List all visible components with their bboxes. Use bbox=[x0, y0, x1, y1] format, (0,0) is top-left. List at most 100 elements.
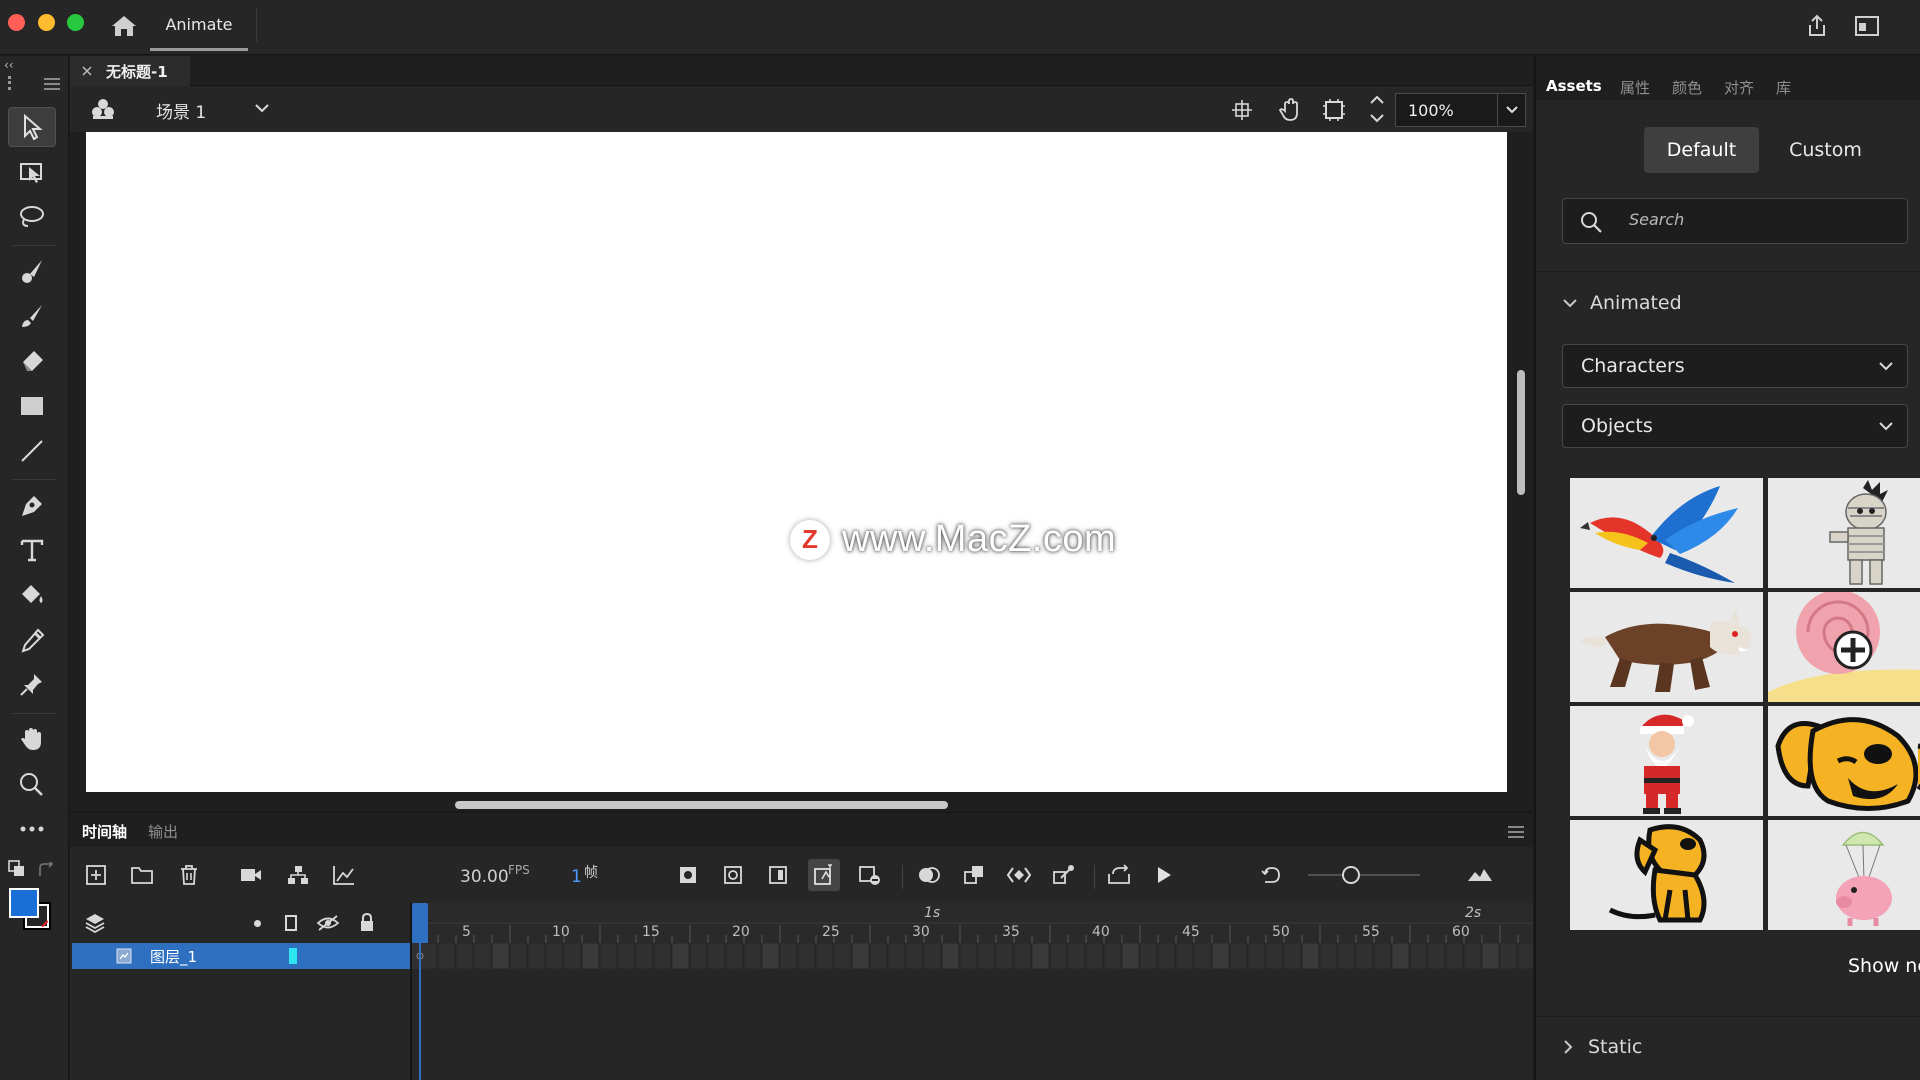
animated-section-header[interactable]: Animated bbox=[1562, 292, 1682, 314]
edit-multiple-frames-icon[interactable] bbox=[958, 859, 990, 891]
snap-icon[interactable] bbox=[1230, 98, 1254, 122]
classic-tween-icon[interactable] bbox=[1003, 859, 1035, 891]
paint-brush-tool[interactable] bbox=[8, 251, 56, 291]
document-tab[interactable]: 无标题-1 bbox=[70, 56, 190, 86]
collapse-panel-icon[interactable]: ‹‹ bbox=[4, 58, 14, 72]
loop-playback-icon[interactable] bbox=[1103, 859, 1135, 891]
lock-layers-icon[interactable] bbox=[359, 912, 375, 932]
zoom-level-field[interactable]: 100% bbox=[1395, 93, 1498, 127]
tab-timeline[interactable]: 时间轴 bbox=[82, 821, 127, 842]
line-tool[interactable] bbox=[8, 431, 56, 471]
home-icon[interactable] bbox=[111, 15, 137, 37]
pin-tool[interactable] bbox=[8, 665, 56, 705]
rotate-stage-icon[interactable] bbox=[1276, 96, 1304, 124]
onion-skin-icon[interactable] bbox=[913, 859, 945, 891]
characters-dropdown[interactable]: Characters bbox=[1562, 344, 1908, 388]
asset-thumb-mummy[interactable] bbox=[1768, 478, 1920, 588]
paint-bucket-tool[interactable] bbox=[8, 575, 56, 615]
new-folder-icon[interactable] bbox=[126, 859, 158, 891]
workspace-layout-icon[interactable] bbox=[1855, 16, 1879, 36]
fps-value[interactable]: 30.00 bbox=[460, 867, 509, 887]
panel-menu-icon[interactable] bbox=[1508, 826, 1524, 838]
brush-tool[interactable] bbox=[8, 296, 56, 336]
vertical-scrollbar[interactable] bbox=[1517, 370, 1525, 495]
layer-name[interactable]: 图层_1 bbox=[150, 946, 197, 967]
eyedropper-tool[interactable] bbox=[8, 620, 56, 660]
camera-icon[interactable] bbox=[235, 859, 267, 891]
hand-tool[interactable] bbox=[8, 719, 56, 759]
app-tab[interactable]: Animate bbox=[150, 0, 248, 51]
fit-frames-icon[interactable] bbox=[1464, 859, 1496, 891]
insert-keyframe-icon[interactable] bbox=[672, 859, 704, 891]
tab-assets[interactable]: Assets bbox=[1546, 77, 1602, 95]
asset-thumb-santa[interactable] bbox=[1570, 706, 1763, 816]
eraser-tool[interactable] bbox=[8, 341, 56, 381]
asset-thumb-werewolf[interactable] bbox=[1570, 592, 1763, 702]
motion-tween-icon[interactable] bbox=[1048, 859, 1080, 891]
layer-color-indicator[interactable] bbox=[289, 948, 297, 964]
play-icon[interactable] bbox=[1148, 859, 1180, 891]
frame-ruler[interactable]: 1s 2s 5 10 15 20 25 30 35 40 45 50 55 60 bbox=[412, 903, 1533, 943]
scene-icon[interactable] bbox=[90, 97, 116, 121]
tab-library[interactable]: 库 bbox=[1776, 77, 1791, 98]
insert-frame-icon[interactable] bbox=[762, 859, 794, 891]
close-window-button[interactable] bbox=[8, 14, 25, 31]
scene-name[interactable]: 场景 1 bbox=[156, 98, 206, 123]
hide-layers-icon[interactable] bbox=[316, 914, 340, 932]
delete-layer-icon[interactable] bbox=[173, 859, 205, 891]
frame-zoom-slider-thumb[interactable] bbox=[1342, 866, 1360, 884]
more-tools[interactable] bbox=[8, 809, 56, 849]
share-icon[interactable] bbox=[1805, 14, 1829, 38]
fill-color-swatch[interactable] bbox=[9, 888, 39, 918]
selection-tool[interactable] bbox=[8, 107, 56, 147]
pen-tool[interactable] bbox=[8, 485, 56, 525]
center-playhead-icon[interactable] bbox=[1256, 859, 1288, 891]
objects-dropdown[interactable]: Objects bbox=[1562, 404, 1908, 448]
search-input[interactable] bbox=[1629, 210, 1889, 229]
rectangle-tool[interactable] bbox=[8, 386, 56, 426]
lasso-tool[interactable] bbox=[8, 197, 56, 237]
asset-thumb-parrot[interactable] bbox=[1570, 478, 1763, 588]
show-new-link[interactable]: Show ne bbox=[1848, 955, 1920, 977]
playhead[interactable] bbox=[412, 903, 428, 943]
layer-parenting-icon[interactable] bbox=[282, 859, 314, 891]
close-tab-icon[interactable] bbox=[82, 66, 92, 76]
tab-output[interactable]: 输出 bbox=[148, 821, 178, 842]
asset-thumb-dog-face[interactable] bbox=[1768, 706, 1920, 816]
color-swatches[interactable] bbox=[9, 888, 53, 932]
free-transform-tool[interactable] bbox=[8, 152, 56, 192]
object-drawing-icon[interactable] bbox=[8, 860, 26, 878]
tab-color[interactable]: 颜色 bbox=[1672, 77, 1702, 98]
scene-dropdown-icon[interactable] bbox=[254, 102, 270, 114]
panel-grip-icon[interactable] bbox=[8, 76, 11, 90]
maximize-window-button[interactable] bbox=[67, 14, 84, 31]
layer-row[interactable]: 图层_1 bbox=[72, 943, 410, 969]
asset-search[interactable] bbox=[1562, 198, 1908, 244]
insert-blank-keyframe-icon[interactable] bbox=[717, 859, 749, 891]
layers-icon[interactable] bbox=[84, 912, 106, 934]
outline-layers-icon[interactable] bbox=[284, 914, 298, 932]
asset-thumb-parachute-pig[interactable] bbox=[1768, 820, 1920, 930]
asset-thumb-dog-sitting[interactable] bbox=[1570, 820, 1763, 930]
default-assets-button[interactable]: Default bbox=[1644, 127, 1759, 173]
horizontal-scrollbar[interactable] bbox=[455, 801, 948, 809]
stage-canvas[interactable] bbox=[86, 132, 1507, 792]
frame-cells[interactable] bbox=[412, 943, 1533, 969]
asset-thumb-snail[interactable] bbox=[1768, 592, 1920, 702]
new-layer-icon[interactable] bbox=[80, 859, 112, 891]
zoom-tool[interactable] bbox=[8, 764, 56, 804]
zoom-dropdown-button[interactable] bbox=[1498, 93, 1526, 127]
clip-content-icon[interactable] bbox=[1322, 98, 1346, 122]
auto-keyframe-icon[interactable] bbox=[808, 859, 840, 891]
static-section-header[interactable]: Static bbox=[1562, 1036, 1642, 1058]
tab-align[interactable]: 对齐 bbox=[1724, 77, 1754, 98]
text-tool[interactable] bbox=[8, 530, 56, 570]
swap-colors-icon[interactable] bbox=[38, 862, 54, 878]
custom-assets-button[interactable]: Custom bbox=[1768, 127, 1883, 173]
frame-zoom-slider-track[interactable] bbox=[1308, 874, 1420, 876]
panel-menu-icon[interactable] bbox=[44, 78, 60, 90]
graph-editor-icon[interactable] bbox=[328, 859, 360, 891]
tab-properties[interactable]: 属性 bbox=[1620, 77, 1650, 98]
current-frame[interactable]: 1 bbox=[571, 867, 582, 887]
minimize-window-button[interactable] bbox=[38, 14, 55, 31]
